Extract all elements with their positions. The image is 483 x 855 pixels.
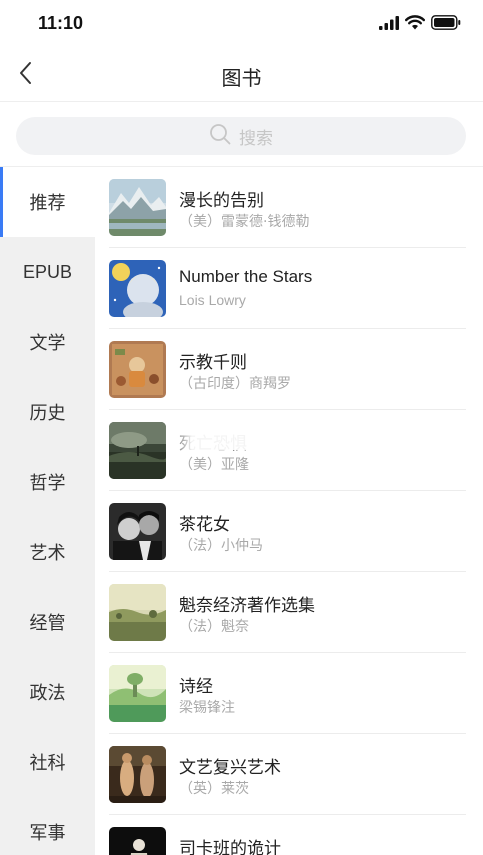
book-item[interactable]: Number the Stars Lois Lowry xyxy=(95,248,483,329)
category-sidebar: 推荐 EPUB 文学 历史 哲学 艺术 经管 政法 社科 军事 xyxy=(0,167,95,855)
page-title: 图书 xyxy=(221,66,262,90)
sidebar-item-economics[interactable]: 经管 xyxy=(0,587,95,657)
book-author: （英）莱茨 xyxy=(179,781,249,797)
sidebar-item-label: EPUB xyxy=(22,261,73,282)
sidebar-item-law-politics[interactable]: 政法 xyxy=(0,657,95,727)
sidebar-item-label: 军事 xyxy=(29,823,66,844)
book-cover xyxy=(109,422,166,479)
wifi-icon xyxy=(405,14,425,34)
title-overlay xyxy=(165,424,315,450)
book-author: （美）雷蒙德·钱德勒 xyxy=(179,214,310,230)
search-bar: 搜索 xyxy=(0,103,483,167)
book-cover xyxy=(109,341,166,398)
book-author: Lois Lowry xyxy=(179,292,246,308)
sidebar-item-label: 艺术 xyxy=(29,543,66,564)
book-item[interactable]: 死亡恐惧 （美）亚隆 xyxy=(95,410,483,491)
book-item[interactable]: 诗经 梁锡锋注 xyxy=(95,653,483,734)
sidebar-item-military[interactable]: 军事 xyxy=(0,797,95,855)
book-item[interactable]: 魁奈经济著作选集 （法）魁奈 xyxy=(95,572,483,653)
book-item[interactable]: 司卡班的诡计 xyxy=(95,815,483,855)
book-cover xyxy=(109,746,166,803)
book-title: 魁奈经济著作选集 xyxy=(179,596,315,616)
sidebar-item-label: 政法 xyxy=(29,683,66,704)
book-list: 漫长的告别 （美）雷蒙德·钱德勒 Number the Stars Lois L… xyxy=(95,167,483,855)
book-author: （古印度）商羯罗 xyxy=(179,376,291,392)
book-cover xyxy=(109,584,166,641)
book-item[interactable]: 漫长的告别 （美）雷蒙德·钱德勒 xyxy=(95,167,483,248)
book-title: 文艺复兴艺术 xyxy=(179,758,281,778)
navigation-bar: 图书 xyxy=(0,48,483,102)
search-icon xyxy=(209,123,231,149)
sidebar-item-literature[interactable]: 文学 xyxy=(0,307,95,377)
status-time: 11:10 xyxy=(38,13,84,33)
status-icons xyxy=(379,14,461,34)
book-item[interactable]: 茶花女 （法）小仲马 xyxy=(95,491,483,572)
book-cover xyxy=(109,260,166,317)
book-author: （法）魁奈 xyxy=(179,619,249,635)
book-author: （美）亚隆 xyxy=(179,457,249,473)
sidebar-item-epub[interactable]: EPUB xyxy=(0,237,95,307)
sidebar-item-art[interactable]: 艺术 xyxy=(0,517,95,587)
sidebar-item-label: 历史 xyxy=(29,403,66,424)
signal-icon xyxy=(379,15,399,34)
sidebar-item-recommend[interactable]: 推荐 xyxy=(0,167,95,237)
book-cover xyxy=(109,827,166,855)
book-cover xyxy=(109,503,166,560)
book-title: 示教千则 xyxy=(179,353,247,373)
search-input[interactable]: 搜索 xyxy=(16,117,466,155)
search-placeholder: 搜索 xyxy=(239,128,273,149)
sidebar-item-history[interactable]: 历史 xyxy=(0,377,95,447)
book-author: （法）小仲马 xyxy=(179,538,263,554)
sidebar-item-label: 推荐 xyxy=(29,193,66,214)
book-title: 茶花女 xyxy=(179,515,230,535)
book-title: 诗经 xyxy=(179,677,213,697)
sidebar-item-label: 哲学 xyxy=(29,473,66,494)
sidebar-item-label: 经管 xyxy=(29,613,66,634)
sidebar-item-label: 文学 xyxy=(29,333,66,354)
sidebar-item-philosophy[interactable]: 哲学 xyxy=(0,447,95,517)
book-title: 司卡班的诡计 xyxy=(179,839,281,855)
sidebar-item-label: 社科 xyxy=(29,753,66,774)
book-cover xyxy=(109,665,166,722)
book-cover xyxy=(109,179,166,236)
book-item[interactable]: 文艺复兴艺术 （英）莱茨 xyxy=(95,734,483,815)
book-title: Number the Stars xyxy=(179,267,313,286)
status-bar: 11:10 xyxy=(0,0,483,48)
book-item[interactable]: 示教千则 （古印度）商羯罗 xyxy=(95,329,483,410)
book-title: 漫长的告别 xyxy=(179,191,264,211)
sidebar-item-social-science[interactable]: 社科 xyxy=(0,727,95,797)
battery-icon xyxy=(431,14,461,34)
book-author: 梁锡锋注 xyxy=(179,700,235,716)
